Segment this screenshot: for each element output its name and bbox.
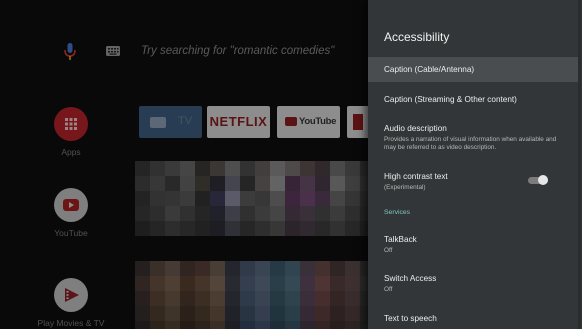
menu-item-label: Text to speech [384, 314, 437, 323]
accessibility-panel: Accessibility Caption (Cable/Antenna) Ca… [368, 0, 582, 329]
menu-item-label: Caption (Cable/Antenna) [384, 65, 475, 74]
background-dim-overlay [0, 0, 368, 329]
panel-title: Accessibility [384, 30, 450, 44]
menu-item-label: TalkBack [384, 235, 417, 244]
toggle-thumb [538, 175, 548, 185]
menu-item-subtitle: (Experimental) [384, 184, 426, 191]
menu-item-caption-streaming[interactable]: Caption (Streaming & Other content) [368, 87, 578, 111]
menu-item-switch-access[interactable]: Switch Access Off [368, 268, 578, 300]
menu-item-text-to-speech[interactable]: Text to speech [368, 306, 578, 328]
menu-item-caption-cable[interactable]: Caption (Cable/Antenna) [368, 57, 578, 82]
high-contrast-toggle[interactable] [528, 175, 550, 185]
menu-item-label: Caption (Streaming & Other content) [384, 95, 517, 104]
panel-scrollbar[interactable] [578, 0, 581, 329]
menu-item-audio-description[interactable]: Audio description Provides a narration o… [368, 117, 578, 159]
menu-item-label: Audio description [384, 124, 447, 133]
menu-item-subtitle: Provides a narration of visual informati… [384, 136, 557, 151]
menu-item-subtitle: Off [384, 286, 393, 293]
menu-item-label: Switch Access [384, 274, 437, 283]
section-header-services: Services [384, 209, 411, 216]
menu-item-subtitle: Off [384, 247, 393, 254]
menu-item-label: High contrast text [384, 172, 448, 181]
menu-item-talkback[interactable]: TalkBack Off [368, 228, 578, 260]
